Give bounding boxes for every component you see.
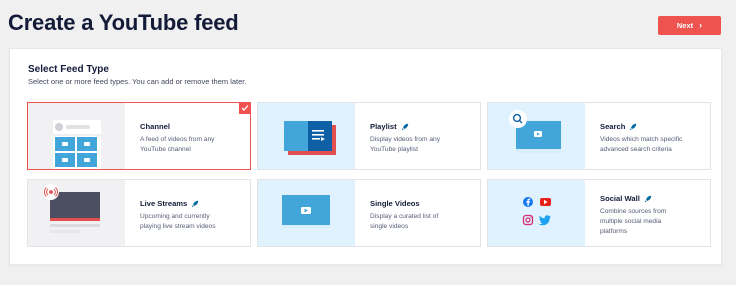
card-title: Live Streams — [140, 199, 250, 208]
instagram-icon — [522, 214, 534, 226]
card-description: A feed of videos from any YouTube channel — [140, 136, 215, 153]
playlist-illustration — [258, 103, 355, 169]
feed-type-card-live-streams[interactable]: Live Streams Upcoming and currently playi… — [27, 179, 251, 247]
feed-type-card-search[interactable]: Search Videos which match specific advanc… — [487, 102, 711, 170]
card-description: Display videos from any YouTube playlist — [370, 136, 440, 153]
card-title: Social Wall — [600, 194, 710, 203]
youtube-icon — [540, 198, 551, 206]
search-illustration — [488, 103, 585, 169]
facebook-icon — [523, 197, 533, 207]
feed-type-card-channel[interactable]: Channel A feed of videos from any YouTube… — [27, 102, 251, 170]
panel-title: Select Feed Type — [28, 64, 109, 75]
feed-type-panel: Select Feed Type Select one or more feed… — [9, 48, 722, 265]
page-title: Create a YouTube feed — [8, 10, 239, 35]
card-title: Channel — [140, 122, 170, 131]
card-description: Display a curated list of single videos — [370, 213, 439, 230]
feed-type-card-playlist[interactable]: Playlist Display videos from any YouTube … — [257, 102, 481, 170]
feed-type-card-social-wall[interactable]: Social Wall Combine sources from multiple… — [487, 179, 711, 247]
card-title: Playlist — [370, 122, 480, 131]
rocket-icon — [401, 123, 408, 130]
twitter-icon — [538, 215, 551, 226]
card-description: Upcoming and currently playing live strea… — [140, 213, 216, 230]
next-button-label: Next — [676, 21, 694, 30]
rocket-icon — [192, 200, 199, 207]
live-streams-illustration — [28, 180, 125, 246]
rocket-icon — [630, 123, 637, 130]
card-title: Single Videos — [370, 199, 420, 208]
card-description: Combine sources from multiple social medi… — [600, 208, 667, 235]
checkmark-icon — [239, 102, 251, 114]
card-title: Search — [600, 122, 710, 131]
card-description: Videos which match specific advanced sear… — [600, 136, 683, 153]
chevron-right-icon: › — [699, 20, 703, 30]
channel-illustration — [28, 103, 125, 169]
feed-type-card-single-videos[interactable]: Single Videos Display a curated list of s… — [257, 179, 481, 247]
single-videos-illustration — [258, 180, 355, 246]
panel-subtitle: Select one or more feed types. You can a… — [28, 77, 247, 86]
next-button[interactable]: Next › — [658, 16, 721, 35]
social-wall-illustration — [488, 180, 585, 246]
rocket-icon — [644, 195, 652, 202]
